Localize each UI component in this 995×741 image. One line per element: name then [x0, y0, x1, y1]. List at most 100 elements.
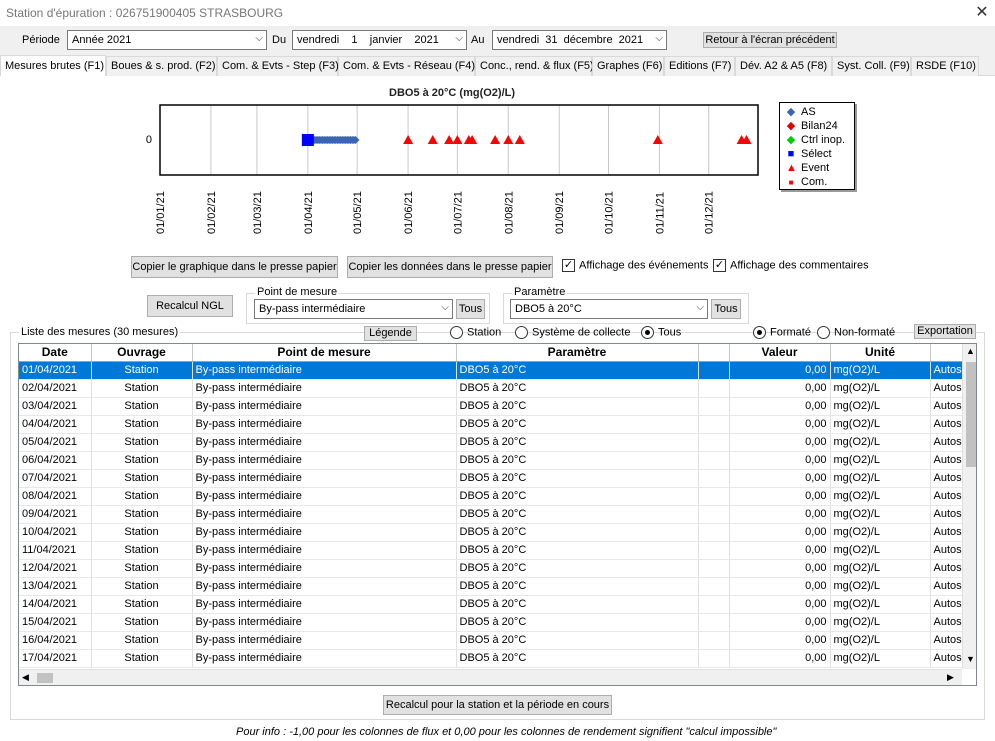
radio-non-formate[interactable]: Non-formaté: [817, 326, 895, 339]
close-icon[interactable]: ✕: [972, 3, 992, 23]
table-row[interactable]: 06/04/2021 Station By-pass intermédiaire DB…: [19, 451, 971, 470]
show-comments-checkbox[interactable]: ✓ Affichage des commentaires: [713, 259, 869, 272]
column-header[interactable]: Paramètre: [456, 344, 699, 362]
table-row[interactable]: 08/04/2021 Station By-pass intermédiaire DB…: [19, 487, 971, 506]
tab-rsde[interactable]: RSDE (F10): [911, 56, 979, 76]
x-tick-label: 01/08/21: [503, 191, 515, 234]
y-tick-label: 0: [146, 134, 152, 146]
table-cell: mg(O2)/L: [830, 451, 931, 470]
table-cell: DBO5 à 20°C: [456, 649, 699, 668]
periode-select[interactable]: Année 2021 ⌵: [67, 30, 267, 50]
tab-conc-rend-flux[interactable]: Conc., rend. & flux (F5): [475, 56, 594, 76]
scroll-thumb[interactable]: [966, 362, 976, 467]
table-row[interactable]: 16/04/2021 Station By-pass intermédiaire DB…: [19, 631, 971, 650]
horizontal-scrollbar[interactable]: ◀ ▶: [19, 669, 962, 685]
data-point-event[interactable]: [503, 135, 514, 144]
data-point-event[interactable]: [403, 135, 414, 144]
data-point-event[interactable]: [514, 135, 525, 144]
chevron-left-icon[interactable]: ◀: [22, 672, 29, 683]
table-cell: By-pass intermédiaire: [192, 577, 457, 596]
chevron-down-icon[interactable]: ▼: [966, 654, 975, 664]
table-cell: 0,00: [729, 397, 831, 416]
legend-item-as: ◆ AS: [786, 105, 816, 119]
x-tick-labels: 01/01/21 01/02/21 01/03/21 01/04/21 01/05/21…: [155, 191, 716, 234]
du-date-picker[interactable]: vendredi 1 janvier 2021 ⌵: [292, 30, 467, 50]
data-point-event[interactable]: [444, 135, 455, 144]
copy-chart-button[interactable]: Copier le graphique dans le presse papie…: [131, 256, 338, 278]
scroll-thumb[interactable]: [37, 673, 53, 683]
tab-mesures-brutes[interactable]: Mesures brutes (F1): [0, 55, 106, 76]
column-header[interactable]: Unité: [830, 344, 931, 362]
du-date-value: vendredi 1 janvier 2021: [297, 34, 439, 46]
chevron-up-icon[interactable]: ▲: [966, 346, 975, 356]
back-button[interactable]: Retour à l'écran précédent: [703, 32, 837, 48]
table-cell: DBO5 à 20°C: [456, 361, 699, 380]
info-note: Pour info : -1,00 pour les colonnes de f…: [236, 726, 777, 738]
radio-formate[interactable]: Formaté: [753, 326, 811, 339]
table-row[interactable]: 07/04/2021 Station By-pass intermédiaire DB…: [19, 469, 971, 488]
table-row[interactable]: 11/04/2021 Station By-pass intermédiaire DB…: [19, 541, 971, 560]
tab-syst-coll[interactable]: Syst. Coll. (F9): [832, 56, 911, 76]
table-cell: [698, 559, 730, 578]
table-row[interactable]: 17/04/2021 Station By-pass intermédiaire DB…: [19, 649, 971, 668]
radio-systeme-collecte[interactable]: Système de collecte: [515, 326, 630, 339]
x-tick-label: 01/11/21: [654, 192, 666, 234]
point-tous-button[interactable]: Tous: [456, 299, 485, 319]
tab-graphes[interactable]: Graphes (F6): [592, 56, 664, 76]
measures-table[interactable]: Date Ouvrage Point de mesure Paramètre Valeu…: [18, 343, 977, 686]
table-row[interactable]: 14/04/2021 Station By-pass intermédiaire DB…: [19, 595, 971, 614]
table-row[interactable]: 05/04/2021 Station By-pass intermédiaire DB…: [19, 433, 971, 452]
data-point-event[interactable]: [427, 135, 438, 144]
copy-data-button[interactable]: Copier les données dans le presse papier: [347, 256, 553, 278]
table-row[interactable]: 15/04/2021 Station By-pass intermédiaire DB…: [19, 613, 971, 632]
data-point-event[interactable]: [652, 135, 663, 144]
recalc-station-button[interactable]: Recalcul pour la station et la période e…: [383, 695, 612, 715]
radio-station[interactable]: Station: [450, 326, 501, 339]
table-row[interactable]: 09/04/2021 Station By-pass intermédiaire DB…: [19, 505, 971, 524]
column-header[interactable]: Date: [19, 344, 92, 362]
parametre-tous-button[interactable]: Tous: [711, 299, 741, 319]
table-row[interactable]: 13/04/2021 Station By-pass intermédiaire DB…: [19, 577, 971, 596]
radio-tous[interactable]: Tous: [641, 326, 681, 339]
column-header[interactable]: Point de mesure: [192, 344, 457, 362]
table-cell: [698, 469, 730, 488]
show-events-checkbox[interactable]: ✓ Affichage des événements: [562, 259, 708, 272]
legend-button[interactable]: Légende: [364, 326, 417, 341]
chevron-right-icon[interactable]: ▶: [947, 672, 954, 683]
table-cell: 0,00: [729, 415, 831, 434]
table-row[interactable]: 04/04/2021 Station By-pass intermédiaire DB…: [19, 415, 971, 434]
table-row[interactable]: 03/04/2021 Station By-pass intermédiaire DB…: [19, 397, 971, 416]
table-cell: [698, 595, 730, 614]
data-point-event[interactable]: [490, 135, 501, 144]
column-header[interactable]: Ouvrage: [91, 344, 193, 362]
column-header[interactable]: Valeur: [729, 344, 831, 362]
table-cell: 0,00: [729, 631, 831, 650]
radio-selected-icon: [753, 326, 766, 339]
point-de-mesure-select[interactable]: By-pass intermédiaire ⌵: [254, 299, 453, 319]
square-icon: ■: [787, 148, 795, 160]
data-point-event[interactable]: [452, 135, 463, 144]
vertical-scrollbar[interactable]: ▲ ▼: [962, 344, 976, 669]
tab-boues[interactable]: Boues & s. prod. (F2): [106, 56, 217, 76]
table-row[interactable]: 01/04/2021 Station By-pass intermédiaire DB…: [19, 361, 971, 380]
radio-selected-icon: [641, 326, 654, 339]
table-row[interactable]: 12/04/2021 Station By-pass intermédiaire DB…: [19, 559, 971, 578]
tab-com-evts-reseau[interactable]: Com. & Evts - Réseau (F4): [338, 56, 475, 76]
table-cell: mg(O2)/L: [830, 361, 931, 380]
table-cell: By-pass intermédiaire: [192, 613, 457, 632]
au-date-picker[interactable]: vendredi 31 décembre 2021 ⌵: [492, 30, 667, 50]
table-cell: [698, 415, 730, 434]
table-cell: Station: [91, 649, 193, 668]
column-header[interactable]: [698, 344, 730, 362]
table-cell: DBO5 à 20°C: [456, 415, 699, 434]
export-button[interactable]: Exportation: [914, 324, 976, 339]
table-cell: 15/04/2021: [19, 613, 92, 632]
recalc-ngl-button[interactable]: Recalcul NGL: [147, 295, 233, 317]
parametre-select[interactable]: DBO5 à 20°C ⌵: [510, 299, 708, 319]
tab-dev-a2-a5[interactable]: Dév. A2 & A5 (F8): [735, 56, 832, 76]
table-row[interactable]: 10/04/2021 Station By-pass intermédiaire DB…: [19, 523, 971, 542]
table-row[interactable]: 02/04/2021 Station By-pass intermédiaire DB…: [19, 379, 971, 398]
data-point-selected[interactable]: [301, 134, 314, 146]
tab-editions[interactable]: Editions (F7): [664, 56, 735, 76]
tab-com-evts-step[interactable]: Com. & Evts - Step (F3): [217, 56, 339, 76]
